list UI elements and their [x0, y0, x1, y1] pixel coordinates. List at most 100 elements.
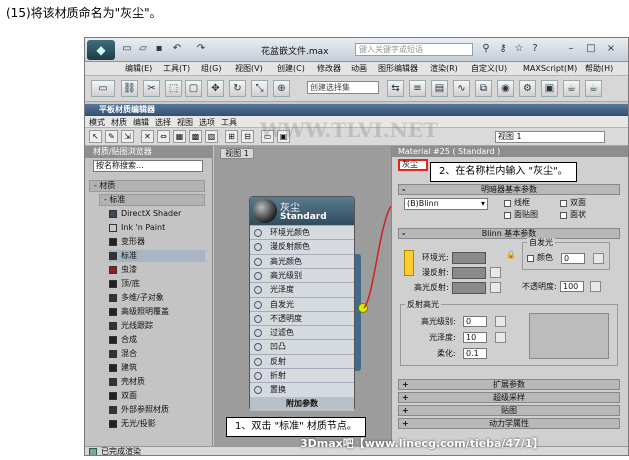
- schematic-icon[interactable]: ⧉: [475, 80, 492, 97]
- link-icon[interactable]: ⛓: [121, 80, 138, 97]
- curve-editor-icon[interactable]: ∿: [453, 80, 470, 97]
- self-illum-value-input[interactable]: 0: [561, 253, 585, 264]
- material-type-item[interactable]: 多维/子对象: [109, 292, 205, 304]
- menu-maxscript[interactable]: MAXScript(M): [523, 63, 577, 75]
- faceted-checkbox[interactable]: [560, 212, 567, 219]
- pick-material-icon[interactable]: ✎: [105, 130, 118, 143]
- soften-input[interactable]: 0.1: [463, 348, 487, 359]
- material-type-item[interactable]: DirectX Shader: [109, 208, 205, 220]
- rollout-extended[interactable]: + 扩展参数: [398, 379, 620, 390]
- spec-level-input[interactable]: 0: [463, 316, 487, 327]
- minimize-icon[interactable]: –: [565, 43, 577, 55]
- diffuse-map-button[interactable]: [490, 267, 501, 278]
- menu-animation[interactable]: 动画: [351, 63, 367, 75]
- render-setup-icon[interactable]: ⚙: [519, 80, 536, 97]
- self-illum-map-button[interactable]: [593, 253, 604, 264]
- named-selection-set-dropdown[interactable]: 创建选择集: [307, 81, 379, 94]
- material-type-item[interactable]: 合成: [109, 334, 205, 346]
- browser-search-input[interactable]: 按名称搜索...: [93, 160, 203, 172]
- material-type-item[interactable]: 建筑: [109, 362, 205, 374]
- spec-level-map-button[interactable]: [495, 316, 506, 327]
- shader-type-dropdown[interactable]: (B)Blinn ▾: [404, 198, 488, 210]
- menu-graph-editors[interactable]: 图形编辑器: [378, 63, 418, 75]
- render-icon[interactable]: ☕: [563, 80, 580, 97]
- star-icon[interactable]: ☆: [513, 43, 525, 55]
- close-icon[interactable]: ×: [605, 43, 617, 55]
- app-logo-icon[interactable]: ◆: [87, 40, 115, 60]
- material-editor-icon[interactable]: ◉: [497, 80, 514, 97]
- snap-icon[interactable]: ⊕: [273, 80, 290, 97]
- face-map-checkbox[interactable]: [504, 212, 511, 219]
- layout-children-icon[interactable]: ⊟: [241, 130, 254, 143]
- rollout-blinn-basic[interactable]: - Blinn 基本参数: [398, 228, 620, 239]
- menu-customize[interactable]: 自定义(U): [471, 63, 507, 75]
- menu-create[interactable]: 创建(C): [277, 63, 305, 75]
- assign-material-icon[interactable]: ⇲: [121, 130, 134, 143]
- rotate-icon[interactable]: ↻: [229, 80, 246, 97]
- binoculars-icon[interactable]: ⚲: [480, 43, 492, 55]
- ambient-color-swatch[interactable]: [452, 252, 486, 264]
- opacity-value-input[interactable]: 100: [560, 281, 584, 292]
- key-icon[interactable]: ⚷: [497, 43, 509, 55]
- wire-checkbox[interactable]: [504, 200, 511, 207]
- hide-unused-icon[interactable]: ▦: [173, 130, 186, 143]
- show-map-icon[interactable]: ▩: [189, 130, 202, 143]
- render-frame-icon[interactable]: ▣: [541, 80, 558, 97]
- material-name-field[interactable]: 灰尘: [398, 159, 428, 171]
- rollout-maps[interactable]: + 贴图: [398, 405, 620, 416]
- material-type-item[interactable]: 高级照明覆盖: [109, 306, 205, 318]
- view-select-dropdown[interactable]: 视图 1: [495, 131, 605, 143]
- move-children-icon[interactable]: ⇔: [157, 130, 170, 143]
- rollout-shader-basic[interactable]: - 明暗器基本参数: [398, 184, 620, 195]
- show-background-icon[interactable]: ▨: [205, 130, 218, 143]
- material-type-item[interactable]: Ink 'n Paint: [109, 222, 205, 234]
- diffuse-color-swatch[interactable]: [452, 267, 486, 279]
- menu-modifiers[interactable]: 修改器: [317, 63, 341, 75]
- delete-icon[interactable]: ✕: [141, 130, 154, 143]
- unlink-icon[interactable]: ✂: [143, 80, 160, 97]
- specular-map-button[interactable]: [490, 282, 501, 293]
- scale-icon[interactable]: ⤡: [251, 80, 268, 97]
- rollout-supersampling[interactable]: + 超级采样: [398, 392, 620, 403]
- align-icon[interactable]: ≡: [409, 80, 426, 97]
- category-materials[interactable]: - 材质: [89, 180, 205, 192]
- material-type-item[interactable]: 壳材质: [109, 376, 205, 388]
- glossiness-input[interactable]: 10: [463, 332, 487, 343]
- material-type-item[interactable]: 虫漆: [109, 264, 205, 276]
- material-type-item[interactable]: 标准: [109, 250, 205, 262]
- redo-icon[interactable]: ↷: [195, 43, 207, 55]
- help-icon[interactable]: ?: [529, 43, 541, 55]
- opacity-map-button[interactable]: [590, 281, 601, 292]
- category-standard[interactable]: - 标准: [99, 194, 205, 206]
- rollout-dynamics[interactable]: + 动力学属性: [398, 418, 620, 429]
- material-type-item[interactable]: 外部参照材质: [109, 404, 205, 416]
- material-type-item[interactable]: 顶/底: [109, 278, 205, 290]
- two-sided-checkbox[interactable]: [560, 200, 567, 207]
- material-type-item[interactable]: 无光/投影: [109, 418, 205, 430]
- save-icon[interactable]: ▪: [153, 43, 165, 55]
- menu-rendering[interactable]: 渲染(R): [430, 63, 458, 75]
- menu-help[interactable]: 帮助(H): [585, 63, 613, 75]
- self-illum-color-checkbox[interactable]: [527, 255, 534, 262]
- teapot-icon[interactable]: ☕: [585, 80, 602, 97]
- material-type-item[interactable]: 双面: [109, 390, 205, 402]
- select-region-icon[interactable]: ▢: [185, 80, 202, 97]
- undo-scene-icon[interactable]: ▭: [91, 80, 115, 97]
- material-type-item[interactable]: 混合: [109, 348, 205, 360]
- mirror-icon[interactable]: ⇆: [387, 80, 404, 97]
- menu-edit[interactable]: 编辑(E): [125, 63, 152, 75]
- move-icon[interactable]: ✥: [207, 80, 224, 97]
- node-view[interactable]: 视图 1 灰尘 Standard 环境光颜色 漫反射颜色 高光颜色 高光级别 光泽度 自发…: [214, 146, 391, 446]
- material-type-item[interactable]: 光线跟踪: [109, 320, 205, 332]
- undo-icon[interactable]: ↶: [171, 43, 183, 55]
- maximize-icon[interactable]: □: [585, 43, 597, 55]
- glossiness-map-button[interactable]: [495, 332, 506, 343]
- help-search-input[interactable]: 键入关键字或短语: [355, 43, 473, 56]
- specular-color-swatch[interactable]: [452, 282, 486, 294]
- select-tool-icon[interactable]: ↖: [89, 130, 102, 143]
- open-file-icon[interactable]: ▱: [137, 43, 149, 55]
- menu-group[interactable]: 组(G): [201, 63, 221, 75]
- lock-ambient-diffuse-icon[interactable]: [404, 250, 414, 276]
- menu-tools[interactable]: 工具(T): [163, 63, 190, 75]
- select-object-icon[interactable]: ⬚: [165, 80, 182, 97]
